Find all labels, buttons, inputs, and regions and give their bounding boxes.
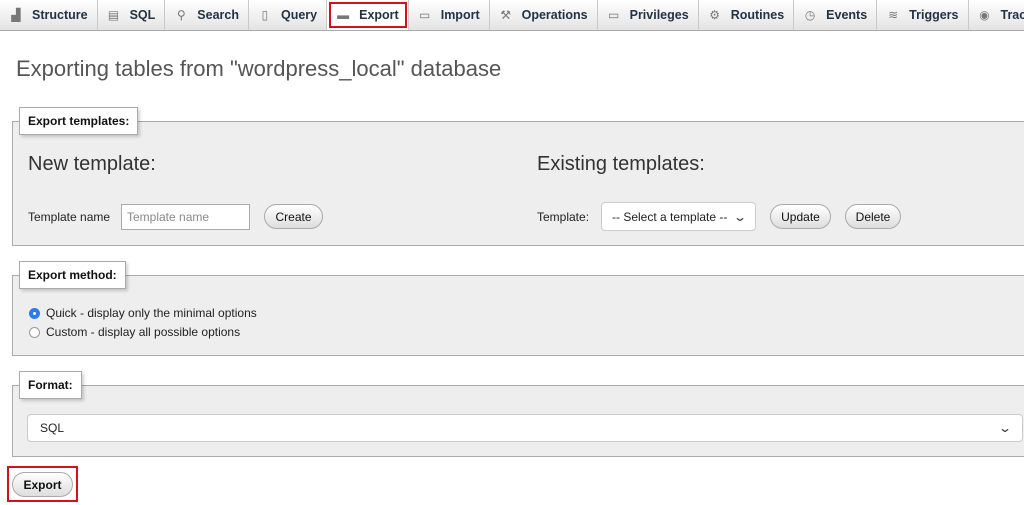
privileges-icon: ▭ [607,8,620,22]
triggers-icon: ≋ [888,8,899,22]
tab-events-label: Events [826,8,868,22]
structure-icon: ▟ [11,8,21,22]
custom-option[interactable]: Custom - display all possible options [29,325,240,339]
query-icon: ▯ [261,8,269,22]
tab-import-label: Import [440,8,480,22]
quick-option-label: Quick - display only the minimal options [46,306,257,320]
export-button-highlight: Export [7,466,78,502]
format-legend: Format: [19,371,82,399]
tab-sql[interactable]: ▤ SQL [98,0,166,30]
tab-query-label: Query [280,8,318,22]
template-name-label: Template name [28,210,111,224]
export-button[interactable]: Export [12,472,73,497]
delete-button[interactable]: Delete [845,204,901,229]
template-name-input[interactable] [121,204,250,230]
tab-tracking-label: Tracking [1000,8,1024,22]
chevron-down-icon: ⌄ [732,209,748,224]
update-button[interactable]: Update [770,204,831,229]
tab-query[interactable]: ▯ Query [249,0,328,30]
import-icon: ▭ [419,8,431,22]
tab-sql-label: SQL [129,8,156,22]
tab-operations[interactable]: ⚒ Operations [490,0,598,30]
tab-privileges[interactable]: ▭ Privileges [598,0,699,30]
search-icon: ⚲ [176,8,186,22]
quick-radio[interactable] [29,307,40,319]
routines-icon: ⚙ [709,8,721,22]
tab-tracking[interactable]: ◉ Tracking [969,0,1024,30]
tab-operations-label: Operations [521,8,588,22]
tab-search-label: Search [197,8,239,22]
new-template-heading: New template: [28,153,156,175]
export-method-fieldset: Export method: Quick - display only the … [12,261,1024,356]
clock-icon: ◷ [804,8,816,22]
existing-templates-heading: Existing templates: [537,153,705,175]
template-select[interactable]: -- Select a template -- ⌄ [601,202,756,231]
custom-radio[interactable] [29,326,40,338]
tab-bar: ▟ Structure ▤ SQL ⚲ Search ▯ Query ▬ Export ▭ Impor… [0,0,1024,31]
format-fieldset: Format: SQL ⌄ [12,371,1024,457]
tab-structure-label: Structure [32,8,88,22]
export-templates-legend: Export templates: [19,107,139,135]
export-method-legend: Export method: [19,261,126,289]
chevron-down-icon: ⌄ [997,421,1013,435]
format-select[interactable]: SQL ⌄ [27,414,1023,442]
wrench-icon: ⚒ [500,8,511,22]
export-icon: ▬ [337,8,350,22]
custom-option-label: Custom - display all possible options [46,325,241,339]
page-title: Exporting tables from "wordpress_local" … [16,56,502,81]
tab-routines[interactable]: ⚙ Routines [699,0,795,30]
tab-import[interactable]: ▭ Import [409,0,490,30]
tab-triggers[interactable]: ≋ Triggers [877,0,969,30]
tab-search[interactable]: ⚲ Search [165,0,249,30]
tab-export[interactable]: ▬ Export [327,0,409,30]
tab-events[interactable]: ◷ Events [794,0,878,30]
template-select-label: Template: [537,210,590,224]
tab-structure[interactable]: ▟ Structure [0,0,98,30]
template-select-value: -- Select a template -- [612,209,728,224]
create-button[interactable]: Create [264,204,323,229]
tab-triggers-label: Triggers [909,8,959,22]
export-templates-fieldset: Export templates: New template: Template… [12,107,1024,246]
tab-routines-label: Routines [730,8,785,22]
tab-privileges-label: Privileges [629,8,689,22]
quick-option[interactable]: Quick - display only the minimal options [29,306,257,320]
tab-export-label: Export [359,8,399,22]
eye-icon: ◉ [979,8,990,22]
format-select-value: SQL [40,421,65,435]
sql-icon: ▤ [107,8,120,22]
